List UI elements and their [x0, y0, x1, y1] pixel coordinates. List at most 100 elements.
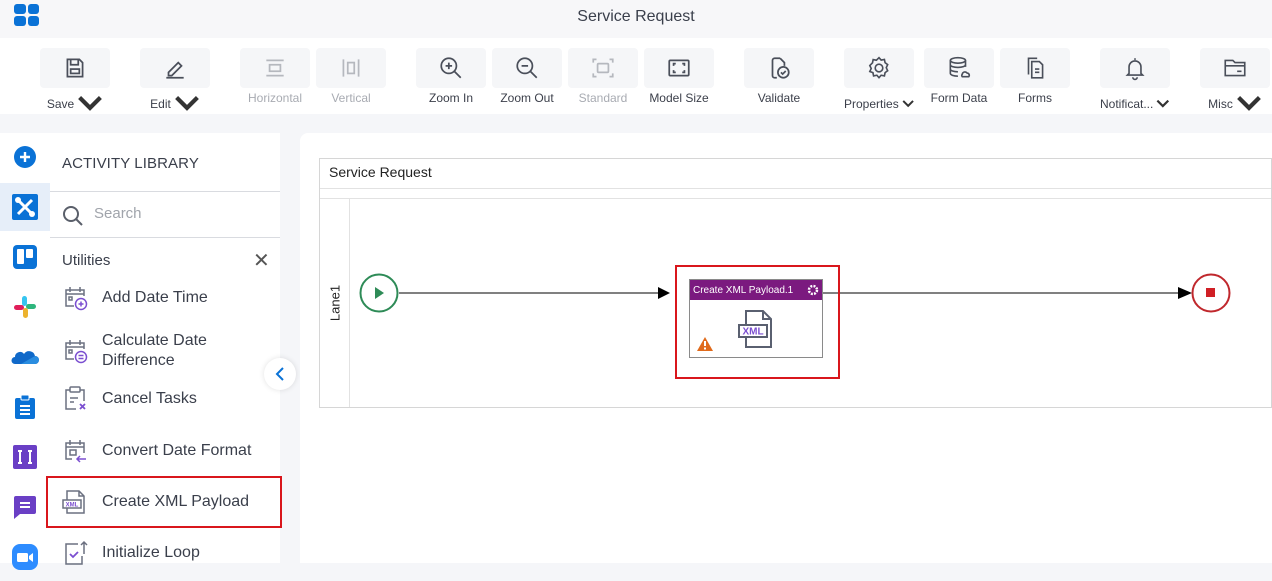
form-data-label: Form Data	[930, 91, 988, 105]
forms-button[interactable]: Forms	[1000, 48, 1070, 105]
model-size-label: Model Size	[649, 91, 709, 105]
misc-button[interactable]: Misc	[1200, 48, 1270, 117]
library-item-initialize-loop[interactable]: Initialize Loop	[50, 538, 280, 568]
page-title: Service Request	[577, 8, 695, 25]
zoom-in-button[interactable]: Zoom In	[416, 48, 486, 105]
horizontal-label: Horizontal	[247, 91, 303, 105]
database-icon	[949, 56, 971, 78]
library-item-convert-date-format[interactable]: Convert Date Format	[50, 436, 280, 466]
calendar-plus-icon	[65, 287, 88, 311]
folder-icon	[1224, 59, 1246, 77]
library-item-create-xml-payload[interactable]: XML Create XML Payload	[46, 476, 282, 528]
fit-screen-icon	[668, 59, 690, 77]
start-event[interactable]	[359, 273, 399, 313]
gear-icon	[868, 56, 889, 79]
form-data-button[interactable]: Form Data	[924, 48, 994, 105]
app-rail	[0, 133, 50, 570]
rail-trello[interactable]	[0, 233, 50, 281]
horizontal-align-icon	[266, 59, 284, 77]
pool[interactable]: Service Request Lane1 Create XML Payload…	[319, 158, 1272, 408]
library-item-label: Initialize Loop	[102, 544, 200, 561]
category-label: Utilities	[62, 252, 111, 269]
tools-icon	[12, 194, 38, 220]
misc-label: Misc	[1208, 97, 1233, 111]
zoom-out-icon	[516, 57, 538, 79]
calendar-equals-icon	[65, 340, 88, 364]
properties-label: Properties	[844, 97, 899, 111]
forms-icon	[1027, 57, 1044, 79]
save-button[interactable]: Save	[40, 48, 110, 117]
task-title: Create XML Payload.1	[693, 284, 794, 296]
forms-label: Forms	[1018, 91, 1052, 105]
divider	[50, 237, 280, 238]
rail-chat[interactable]	[0, 483, 50, 531]
search-icon	[63, 206, 83, 226]
rail-add[interactable]	[0, 133, 50, 181]
edit-button[interactable]: Edit	[140, 48, 210, 117]
onedrive-icon	[11, 351, 39, 364]
task-icon-text: XML	[742, 327, 763, 338]
library-item-add-date-time[interactable]: Add Date Time	[50, 283, 280, 313]
clipboard-icon	[15, 394, 35, 419]
library-item-label: Convert Date Format	[102, 442, 252, 459]
library-title: ACTIVITY LIBRARY	[62, 155, 199, 172]
validate-icon	[771, 57, 790, 79]
task-create-xml-payload[interactable]: Create XML Payload.1 XML	[689, 279, 823, 358]
rail-zoom[interactable]	[0, 533, 50, 581]
divider	[50, 191, 280, 192]
save-label: Save	[46, 97, 75, 111]
notifications-button[interactable]: Notificat...	[1100, 48, 1170, 117]
warning-icon[interactable]	[696, 336, 714, 352]
gear-icon[interactable]	[807, 284, 819, 296]
library-item-label: Add Date Time	[102, 289, 208, 306]
vertical-align-icon	[342, 59, 360, 77]
search-input[interactable]	[94, 205, 264, 222]
rail-utilities[interactable]	[0, 183, 50, 231]
pencil-icon	[166, 61, 184, 79]
svg-text:XML: XML	[66, 503, 79, 509]
xml-file-icon: XML	[738, 310, 772, 348]
chevron-down-icon	[902, 100, 914, 108]
rail-document[interactable]	[0, 433, 50, 481]
xml-file-icon: XML	[62, 490, 85, 514]
validate-label: Validate	[757, 91, 801, 105]
library-item-calculate-date-difference[interactable]: Calculate Date Difference	[50, 329, 280, 373]
zoom-out-button[interactable]: Zoom Out	[492, 48, 562, 105]
standard-label: Standard	[578, 91, 628, 105]
chat-icon	[14, 496, 36, 519]
notifications-label: Notificat...	[1100, 97, 1154, 111]
activity-library: ACTIVITY LIBRARY Utilities ✕ Add Date Ti…	[46, 133, 282, 565]
vertical-label: Vertical	[331, 91, 371, 105]
bell-icon	[1125, 58, 1145, 81]
stop-icon	[1206, 288, 1215, 297]
close-icon[interactable]: ✕	[253, 251, 270, 271]
library-item-label: Calculate Date Difference	[102, 332, 207, 369]
chevron-down-icon	[174, 96, 199, 111]
library-item-label: Create XML Payload	[102, 493, 250, 510]
properties-button[interactable]: Properties	[844, 48, 914, 117]
chevron-down-icon	[78, 96, 103, 111]
zoom-in-label: Zoom In	[428, 91, 473, 105]
rail-slack[interactable]	[0, 283, 50, 331]
standard-button[interactable]: Standard	[568, 48, 638, 105]
save-icon	[66, 58, 84, 78]
model-size-button[interactable]: Model Size	[644, 48, 714, 105]
toolbar: Save Edit Horizontal Vertical Zoom In Zo…	[0, 38, 1272, 114]
end-event[interactable]	[1191, 273, 1231, 313]
rail-tasks[interactable]	[0, 383, 50, 431]
vertical-button[interactable]: Vertical	[316, 48, 386, 105]
trello-icon	[13, 245, 37, 269]
collapse-library-button[interactable]	[264, 358, 296, 390]
standard-size-icon	[592, 58, 614, 78]
video-icon	[12, 544, 38, 570]
validate-button[interactable]: Validate	[744, 48, 814, 105]
library-item-cancel-tasks[interactable]: Cancel Tasks	[50, 384, 280, 414]
library-item-label: Cancel Tasks	[102, 390, 197, 407]
horizontal-button[interactable]: Horizontal	[240, 48, 310, 105]
process-canvas[interactable]: Service Request Lane1 Create XML Payload…	[300, 133, 1272, 563]
slack-icon	[14, 296, 36, 318]
chevron-down-icon	[1236, 96, 1261, 111]
edit-label: Edit	[150, 97, 171, 111]
rail-onedrive[interactable]	[0, 333, 50, 381]
clipboard-x-icon	[65, 386, 86, 410]
